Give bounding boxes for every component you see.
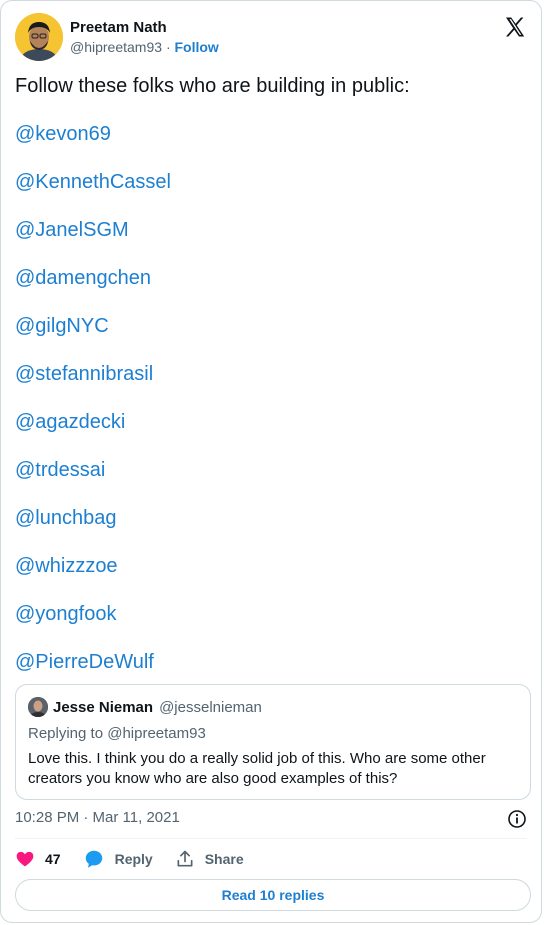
quoted-header: Jesse Nieman @jesselnieman — [28, 697, 262, 717]
tweet-timestamp[interactable]: 10:28 PM · Mar 11, 2021 — [15, 809, 180, 826]
quoted-replying-to: Replying to @hipreetam93 — [28, 725, 206, 742]
mention-link[interactable]: @trdessai — [15, 456, 525, 504]
author-display-name[interactable]: Preetam Nath — [70, 18, 219, 38]
mention-link[interactable]: @JanelSGM — [15, 216, 525, 264]
reply-label: Reply — [114, 851, 153, 867]
tweet-card: Preetam Nath @hipreetam93 · Follow Follo… — [0, 0, 542, 923]
share-label: Share — [204, 851, 244, 867]
avatar-illustration — [15, 13, 63, 61]
like-count: 47 — [45, 851, 61, 867]
mention-link[interactable]: @KennethCassel — [15, 168, 525, 216]
quoted-avatar[interactable] — [28, 697, 48, 717]
divider — [15, 838, 527, 839]
separator-dot: · — [165, 39, 171, 55]
author-handle[interactable]: @hipreetam93 — [70, 39, 162, 55]
quoted-author-handle[interactable]: @jesselnieman — [159, 699, 262, 716]
author-avatar[interactable] — [15, 13, 63, 61]
mention-link[interactable]: @kevon69 — [15, 120, 525, 168]
mention-link[interactable]: @agazdecki — [15, 408, 525, 456]
author-subline: @hipreetam93 · Follow — [70, 38, 219, 56]
mention-link[interactable]: @lunchbag — [15, 504, 525, 552]
quoted-author-name[interactable]: Jesse Nieman — [53, 699, 153, 716]
action-bar: 47 Reply Share — [15, 847, 266, 871]
share-upload-icon — [177, 850, 193, 867]
speech-bubble-icon — [85, 850, 102, 868]
like-button[interactable]: 47 — [15, 849, 61, 869]
tweet-header: Preetam Nath @hipreetam93 · Follow — [15, 13, 219, 61]
tweet-body: Follow these folks who are building in p… — [15, 72, 525, 696]
follow-link[interactable]: Follow — [175, 39, 219, 55]
author-names: Preetam Nath @hipreetam93 · Follow — [70, 18, 219, 56]
mention-list: @kevon69 @KennethCassel @JanelSGM @damen… — [15, 120, 525, 696]
mention-link[interactable]: @yongfook — [15, 600, 525, 648]
mention-link[interactable]: @stefannibrasil — [15, 360, 525, 408]
share-button[interactable]: Share — [175, 849, 244, 869]
quoted-text: Love this. I think you do a really solid… — [28, 750, 486, 787]
tweet-intro-text: Follow these folks who are building in p… — [15, 75, 410, 97]
reply-button[interactable]: Reply — [83, 848, 153, 870]
mention-link[interactable]: @gilgNYC — [15, 312, 525, 360]
info-icon[interactable] — [507, 809, 527, 834]
mention-link[interactable]: @whizzzoe — [15, 552, 525, 600]
quoted-tweet[interactable]: Jesse Nieman @jesselnieman Replying to @… — [15, 684, 531, 800]
heart-icon — [16, 851, 34, 867]
x-logo-icon[interactable] — [503, 15, 527, 44]
read-replies-button[interactable]: Read 10 replies — [15, 879, 531, 911]
mention-link[interactable]: @damengchen — [15, 264, 525, 312]
